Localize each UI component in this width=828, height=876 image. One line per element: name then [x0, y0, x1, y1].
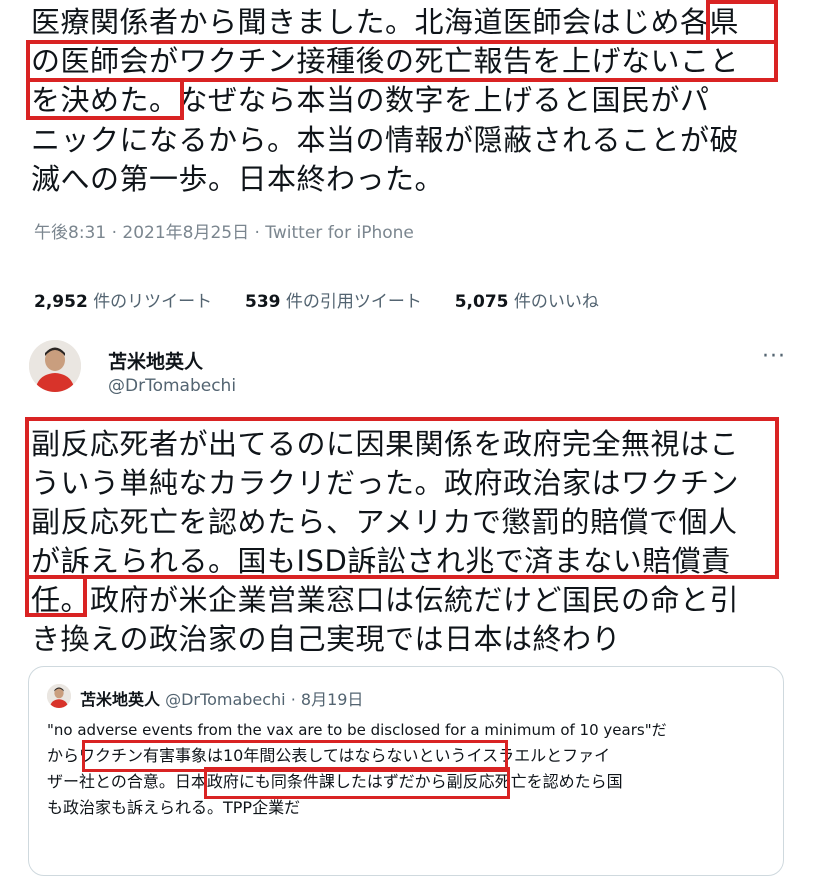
author-name[interactable]: 苫米地英人 — [108, 347, 203, 374]
highlight-box — [25, 575, 87, 617]
tweet1-line-4: ニックになるから。本当の情報が隠蔽されることが破 — [31, 123, 740, 157]
tweet1-line-5: 滅への第一歩。日本終わった。 — [31, 162, 445, 196]
avatar-photo-icon — [29, 340, 81, 392]
retweet-count[interactable]: 2,952 件のリツイート — [34, 292, 212, 312]
quoted-author-name: 苫米地英人 — [80, 690, 161, 709]
highlight-box — [706, 0, 778, 44]
quote-count[interactable]: 539 件の引用ツイート — [245, 292, 422, 312]
avatar[interactable] — [29, 340, 81, 392]
highlight-box — [26, 40, 778, 82]
tweet1-timestamp[interactable]: 午後8:31 · 2021年8月25日 · Twitter for iPhone — [34, 218, 414, 243]
quoted-avatar — [47, 684, 71, 708]
tweet1-line-1: 医療関係者から聞きました。北海道医師会はじめ各県 — [31, 5, 740, 39]
tweet1-stats: 2,952 件のリツイート 539 件の引用ツイート 5,075 件のいいね — [34, 287, 599, 312]
avatar-photo-icon — [47, 684, 71, 708]
highlight-box — [25, 417, 779, 579]
highlight-box — [204, 767, 510, 799]
highlight-box — [26, 78, 184, 120]
tweet2-line-5: 任。政府が米企業営業窓口は伝統だけど国民の命と引 — [31, 583, 740, 617]
quoted-header: 苫米地英人 @DrTomabechi · 8月19日 — [80, 686, 363, 710]
more-options-icon[interactable]: ··· — [762, 344, 786, 369]
quoted-author-handle: @DrTomabechi — [165, 690, 286, 709]
author-handle[interactable]: @DrTomabechi — [108, 376, 236, 396]
tweet2-line-6: き換えの政治家の自己実現では日本は終わり — [31, 622, 622, 656]
like-count[interactable]: 5,075 件のいいね — [455, 292, 599, 312]
quoted-date: · 8月19日 — [290, 690, 364, 709]
